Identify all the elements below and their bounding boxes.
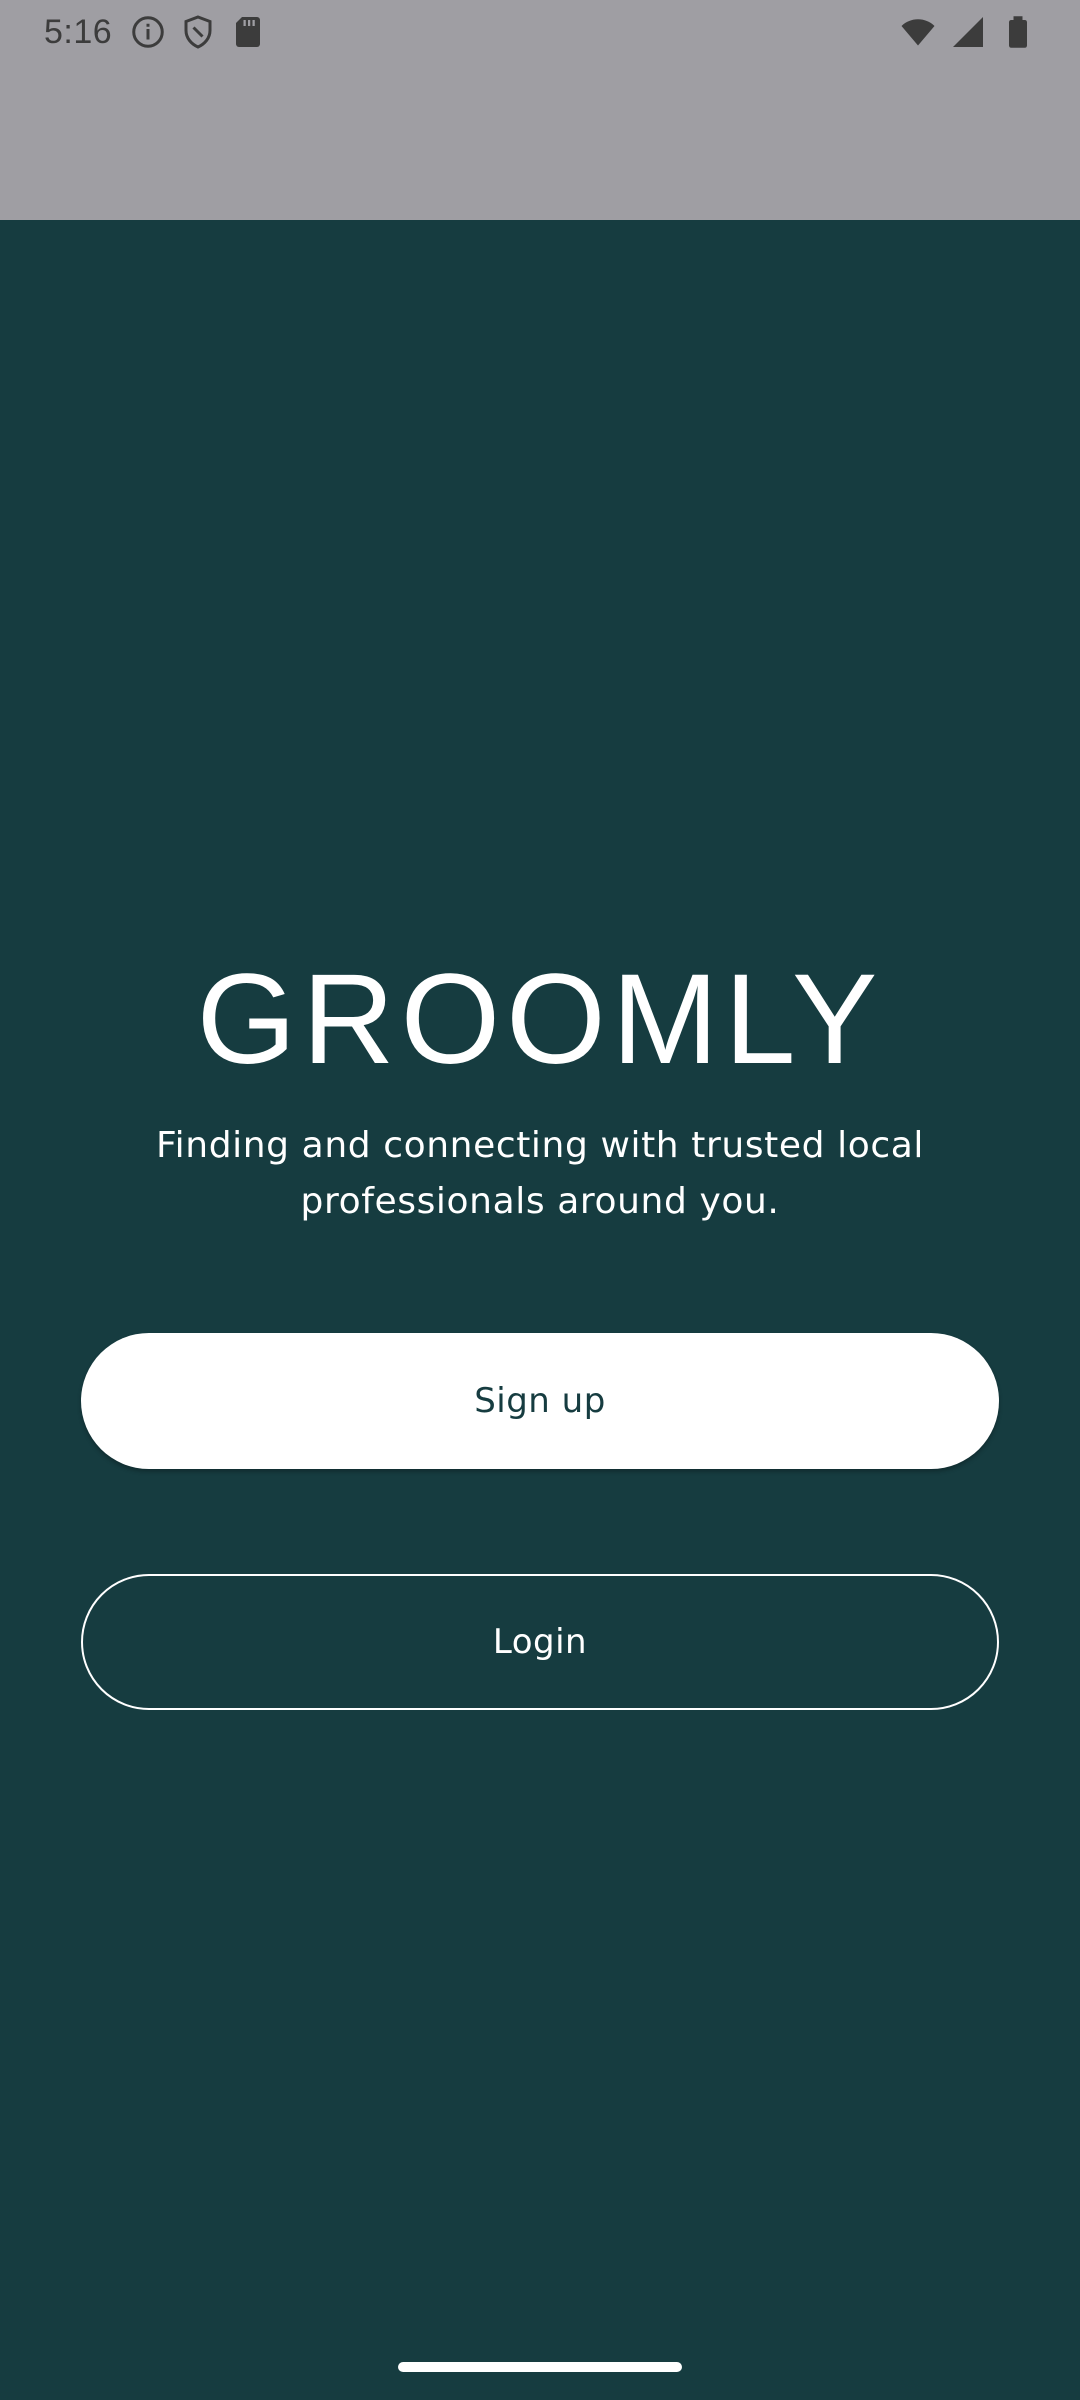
wifi-icon bbox=[900, 14, 936, 50]
home-indicator[interactable] bbox=[398, 2362, 682, 2372]
login-button-label: Login bbox=[492, 1622, 588, 1662]
shield-icon bbox=[180, 14, 216, 50]
signup-button[interactable]: Sign up bbox=[81, 1333, 999, 1469]
status-bar: 5:16 bbox=[0, 0, 1080, 220]
signal-icon bbox=[950, 14, 986, 50]
status-left: 5:16 bbox=[44, 12, 266, 52]
login-button[interactable]: Login bbox=[81, 1574, 999, 1710]
app-title: GROOMLY bbox=[196, 948, 884, 1091]
sd-card-icon bbox=[230, 14, 266, 50]
info-icon bbox=[130, 14, 166, 50]
status-right bbox=[900, 12, 1036, 52]
battery-icon bbox=[1000, 14, 1036, 50]
signup-button-label: Sign up bbox=[474, 1381, 606, 1421]
welcome-screen: 5:16 GROOMLY Finding and connecting with… bbox=[0, 0, 1080, 2400]
app-tagline: Finding and connecting with trusted loca… bbox=[155, 1125, 924, 1222]
status-time: 5:16 bbox=[44, 12, 113, 51]
